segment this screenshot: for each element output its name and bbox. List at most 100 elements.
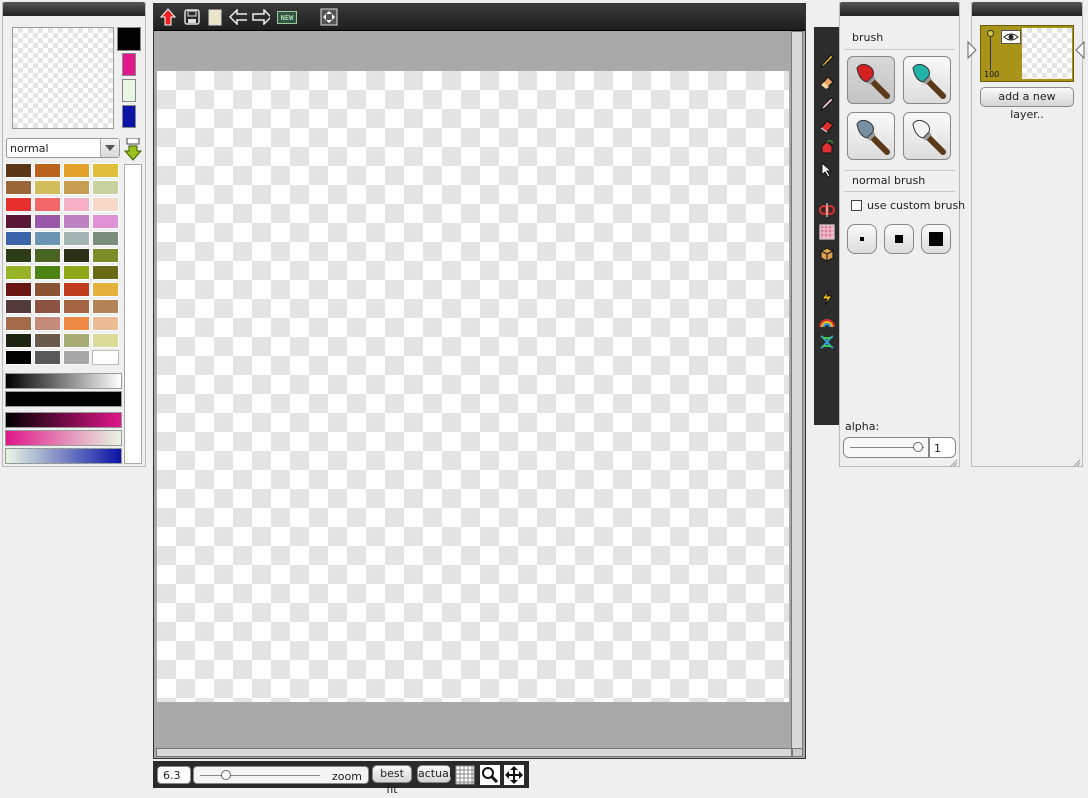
gradient-strip[interactable]	[5, 373, 122, 389]
gradient-strip[interactable]	[5, 430, 122, 446]
layers-panel-header[interactable]	[972, 2, 1082, 16]
horizontal-scrollbar[interactable]	[156, 748, 792, 757]
palette-swatch[interactable]	[63, 197, 90, 212]
palette-swatch[interactable]	[34, 265, 61, 280]
palette-swatch[interactable]	[63, 231, 90, 246]
resize-grip-icon[interactable]	[950, 457, 958, 467]
chevron-down-icon[interactable]	[100, 139, 119, 157]
brush-size-medium-button[interactable]	[884, 224, 914, 254]
palette-swatch[interactable]	[63, 333, 90, 348]
swap-colors-icon[interactable]	[123, 137, 143, 162]
dna-icon[interactable]	[818, 333, 836, 351]
undo-arrow-icon[interactable]	[229, 8, 247, 26]
new-icon[interactable]: NEW	[276, 8, 298, 26]
palette-swatch[interactable]	[34, 316, 61, 331]
palette-swatch[interactable]	[5, 197, 32, 212]
alpha-slider-knob[interactable]	[913, 442, 924, 452]
pen-icon[interactable]	[818, 95, 836, 113]
palette-swatch[interactable]	[5, 350, 32, 365]
palette-swatch[interactable]	[63, 163, 90, 178]
palette-swatch[interactable]	[5, 299, 32, 314]
actual-size-button[interactable]: actual	[417, 765, 452, 783]
mirror-icon[interactable]	[818, 201, 836, 219]
layer-visibility-eye-icon[interactable]	[1001, 30, 1021, 44]
palette-swatch[interactable]	[92, 248, 119, 263]
palette-swatch[interactable]	[34, 197, 61, 212]
palette-swatch[interactable]	[5, 214, 32, 229]
palette-swatch[interactable]	[92, 197, 119, 212]
fit-frame-icon[interactable]	[320, 8, 338, 26]
palette-swatch[interactable]	[34, 282, 61, 297]
palette-swatch[interactable]	[5, 180, 32, 195]
palette-swatch[interactable]	[92, 282, 119, 297]
recent-color-swatch[interactable]	[122, 79, 136, 102]
palette-swatch[interactable]	[34, 350, 61, 365]
zoom-value-field[interactable]: 6.3	[157, 766, 191, 784]
red-brush-button[interactable]	[847, 56, 895, 104]
palette-swatch[interactable]	[34, 163, 61, 178]
box-icon[interactable]	[818, 245, 836, 263]
palette-swatch[interactable]	[92, 163, 119, 178]
palette-swatch[interactable]	[63, 299, 90, 314]
palette-swatch[interactable]	[5, 333, 32, 348]
palette-swatch[interactable]	[92, 214, 119, 229]
brush-size-large-button[interactable]	[921, 224, 951, 254]
alpha-slider[interactable]	[843, 437, 929, 458]
palette-swatch[interactable]	[34, 333, 61, 348]
page-icon[interactable]	[206, 8, 224, 26]
magnifier-icon[interactable]	[480, 765, 500, 785]
palette-swatch[interactable]	[92, 265, 119, 280]
blend-mode-select[interactable]: normal	[6, 138, 120, 158]
layer-item[interactable]: 100	[980, 25, 1074, 82]
zoom-slider-knob[interactable]	[220, 770, 231, 780]
upload-icon[interactable]	[159, 8, 177, 26]
layer-left-arrow-icon[interactable]	[967, 40, 977, 60]
pointer-icon[interactable]	[818, 161, 836, 179]
palette-swatch[interactable]	[92, 316, 119, 331]
palette-swatch[interactable]	[63, 350, 90, 365]
palette-swatch[interactable]	[5, 163, 32, 178]
rainbow-icon[interactable]	[818, 313, 836, 331]
brush-panel-header[interactable]	[840, 2, 959, 16]
palette-swatch[interactable]	[5, 231, 32, 246]
layer-opacity-slider[interactable]	[987, 30, 994, 70]
ink-icon[interactable]	[818, 117, 836, 135]
palette-swatch[interactable]	[92, 231, 119, 246]
palette-swatch[interactable]	[34, 299, 61, 314]
palette-swatch[interactable]	[92, 299, 119, 314]
palette-swatch[interactable]	[92, 350, 119, 365]
bucket-icon[interactable]	[818, 139, 836, 157]
pattern-icon[interactable]	[818, 223, 836, 241]
drawing-canvas[interactable]	[157, 71, 789, 702]
palette-swatch[interactable]	[63, 265, 90, 280]
custom-brush-checkbox[interactable]	[851, 200, 862, 211]
move-icon[interactable]	[504, 765, 524, 785]
best-fit-button[interactable]: best fit	[372, 765, 412, 796]
white-brush-button[interactable]	[903, 112, 951, 160]
gradient-strip[interactable]	[5, 412, 122, 428]
palette-swatch[interactable]	[63, 248, 90, 263]
layer-right-arrow-icon[interactable]	[1075, 40, 1085, 60]
save-icon[interactable]	[183, 8, 201, 26]
recent-color-swatch[interactable]	[122, 53, 136, 76]
teal-brush-button[interactable]	[903, 56, 951, 104]
vertical-scrollbar[interactable]	[791, 31, 803, 749]
palette-swatch[interactable]	[63, 282, 90, 297]
zoom-slider[interactable]: zoom	[193, 766, 369, 784]
palette-swatch[interactable]	[63, 316, 90, 331]
resize-grip-icon[interactable]	[1073, 457, 1081, 467]
palette-swatch[interactable]	[34, 231, 61, 246]
palette-scrollbar[interactable]	[124, 164, 142, 464]
palette-swatch[interactable]	[34, 248, 61, 263]
gray-brush-button[interactable]	[847, 112, 895, 160]
palette-swatch[interactable]	[63, 180, 90, 195]
recent-color-swatch[interactable]	[122, 105, 136, 128]
palette-swatch[interactable]	[5, 265, 32, 280]
eraser-icon[interactable]	[818, 73, 836, 91]
palette-swatch[interactable]	[5, 316, 32, 331]
grid-icon[interactable]	[455, 765, 475, 785]
gradient-strip[interactable]	[5, 391, 122, 407]
palette-swatch[interactable]	[92, 333, 119, 348]
brush-size-small-button[interactable]	[847, 224, 877, 254]
palette-swatch[interactable]	[34, 214, 61, 229]
